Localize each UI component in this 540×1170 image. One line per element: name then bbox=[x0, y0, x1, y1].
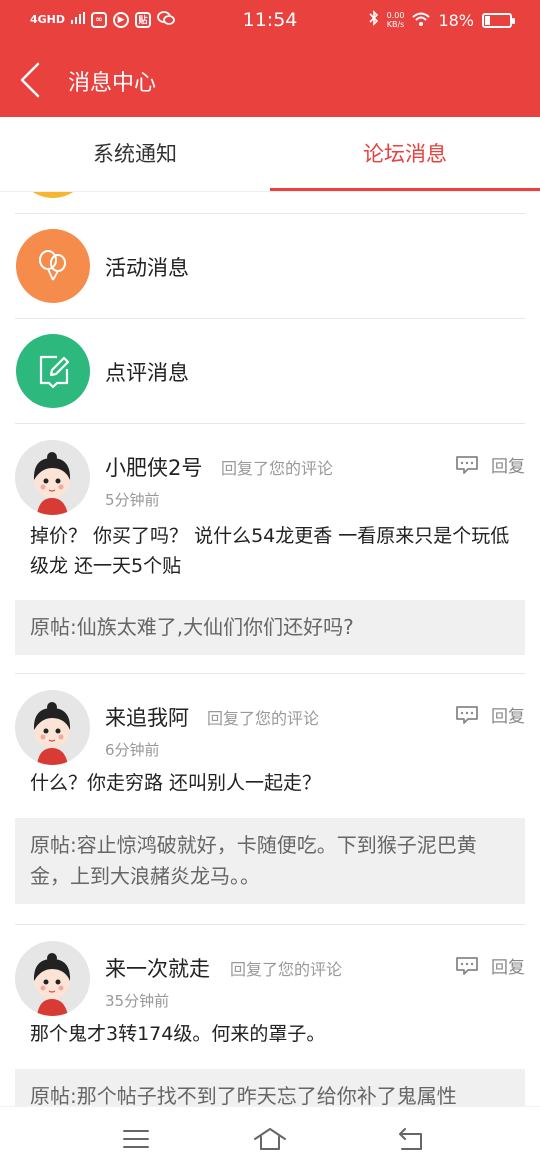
message-item[interactable]: 来追我阿 回复了您的评论 6分钟前 回复 什么？你走穷路 还叫别人一起走？ 原帖… bbox=[0, 674, 540, 924]
avatar-cartoon-icon bbox=[33, 953, 71, 1016]
username[interactable]: 小肥侠2号 bbox=[105, 452, 202, 482]
battery-percent: 18% bbox=[438, 10, 474, 30]
battery-icon bbox=[482, 12, 515, 28]
comment-icon bbox=[456, 956, 478, 975]
balloon-icon bbox=[16, 229, 90, 303]
wifi-icon bbox=[412, 11, 431, 30]
back-arrow-icon bbox=[20, 62, 40, 98]
reply-button[interactable]: 回复 bbox=[455, 452, 525, 477]
message-text: 那个鬼才3转174级。何来的罩子。 bbox=[30, 1023, 326, 1045]
return-icon bbox=[399, 1128, 422, 1150]
active-tab-indicator bbox=[270, 188, 540, 191]
status-bar: 4GHD ∞ ▶ 贴 11:54 0.00 KB/s 18% bbox=[0, 0, 540, 40]
avatar[interactable] bbox=[15, 690, 90, 765]
reply-button[interactable]: 回复 bbox=[455, 953, 525, 978]
action-text: 回复了您的评论 bbox=[230, 960, 343, 979]
reply-label: 回复 bbox=[491, 707, 525, 727]
system-nav-bar bbox=[0, 1106, 540, 1170]
action-text: 回复了您的评论 bbox=[221, 459, 334, 478]
message-item[interactable]: 来一次就走 回复了您的评论 35分钟前 回复 那个鬼才3转174级。何来的罩子。… bbox=[0, 925, 540, 1106]
speed-unit: KB/s bbox=[386, 20, 405, 29]
network-speed: 0.00 KB/s bbox=[387, 11, 405, 29]
message-item[interactable]: 小肥侠2号 回复了您的评论 5分钟前 回复 掉价？ 你买了吗？ 说什么54龙更香… bbox=[0, 424, 540, 673]
timestamp: 5分钟前 bbox=[105, 491, 160, 509]
category-icon-partial bbox=[16, 192, 90, 198]
tab-forum-messages[interactable]: 论坛消息 bbox=[270, 117, 540, 192]
status-right-icons: 0.00 KB/s 18% bbox=[369, 10, 515, 30]
bluetooth-icon bbox=[369, 10, 379, 30]
avatar-cartoon-icon bbox=[33, 452, 71, 515]
username[interactable]: 来追我阿 bbox=[105, 702, 189, 732]
avatar[interactable] bbox=[15, 941, 90, 1016]
comment-icon bbox=[456, 455, 478, 474]
reply-label: 回复 bbox=[491, 457, 525, 477]
menu-button[interactable] bbox=[121, 1125, 151, 1153]
message-text: 什么？你走穷路 还叫别人一起走？ bbox=[30, 772, 322, 794]
back-nav-button[interactable] bbox=[396, 1125, 426, 1153]
speed-value: 0.00 bbox=[386, 11, 405, 20]
category-label: 点评消息 bbox=[105, 361, 189, 385]
message-list[interactable]: 活动消息 点评消息 小肥侠2号 回复了您的评论 5分钟前 回复 掉价？ 你买了吗… bbox=[0, 192, 540, 1106]
avatar-cartoon-icon bbox=[33, 702, 71, 765]
page-title: 消息中心 bbox=[68, 71, 157, 96]
original-post[interactable]: 原帖:仙族太难了,大仙们你们还好吗? bbox=[15, 600, 525, 655]
original-post[interactable]: 原帖:那个帖子找不到了昨天忘了给你补了鬼属性 bbox=[15, 1069, 525, 1106]
timestamp: 6分钟前 bbox=[105, 741, 160, 759]
tab-system-notice[interactable]: 系统通知 bbox=[0, 117, 270, 192]
action-text: 回复了您的评论 bbox=[207, 709, 320, 728]
original-post[interactable]: 原帖:容止惊鸿破就好，卡随便吃。下到猴子泥巴黄金，上到大浪赭炎龙马。。 bbox=[15, 818, 525, 904]
reply-button[interactable]: 回复 bbox=[455, 702, 525, 727]
category-review[interactable]: 点评消息 bbox=[0, 319, 540, 423]
edit-comment-icon bbox=[16, 334, 90, 408]
message-text: 掉价？ 你买了吗？ 说什么54龙更香 一看原来只是个玩低级龙 还一天5个贴 bbox=[30, 525, 510, 577]
username[interactable]: 来一次就走 bbox=[105, 953, 210, 983]
timestamp: 35分钟前 bbox=[105, 992, 170, 1010]
battery-level bbox=[485, 15, 490, 25]
category-activity[interactable]: 活动消息 bbox=[0, 214, 540, 318]
comment-icon bbox=[456, 705, 478, 724]
tab-bar: 系统通知 论坛消息 bbox=[0, 117, 540, 192]
home-button[interactable] bbox=[252, 1125, 288, 1153]
category-label: 活动消息 bbox=[105, 256, 189, 280]
home-icon bbox=[254, 1128, 286, 1150]
back-button[interactable] bbox=[14, 60, 50, 100]
header-bar: 消息中心 bbox=[0, 40, 540, 117]
avatar[interactable] bbox=[15, 440, 90, 515]
reply-label: 回复 bbox=[491, 958, 525, 978]
menu-icon bbox=[123, 1130, 149, 1148]
